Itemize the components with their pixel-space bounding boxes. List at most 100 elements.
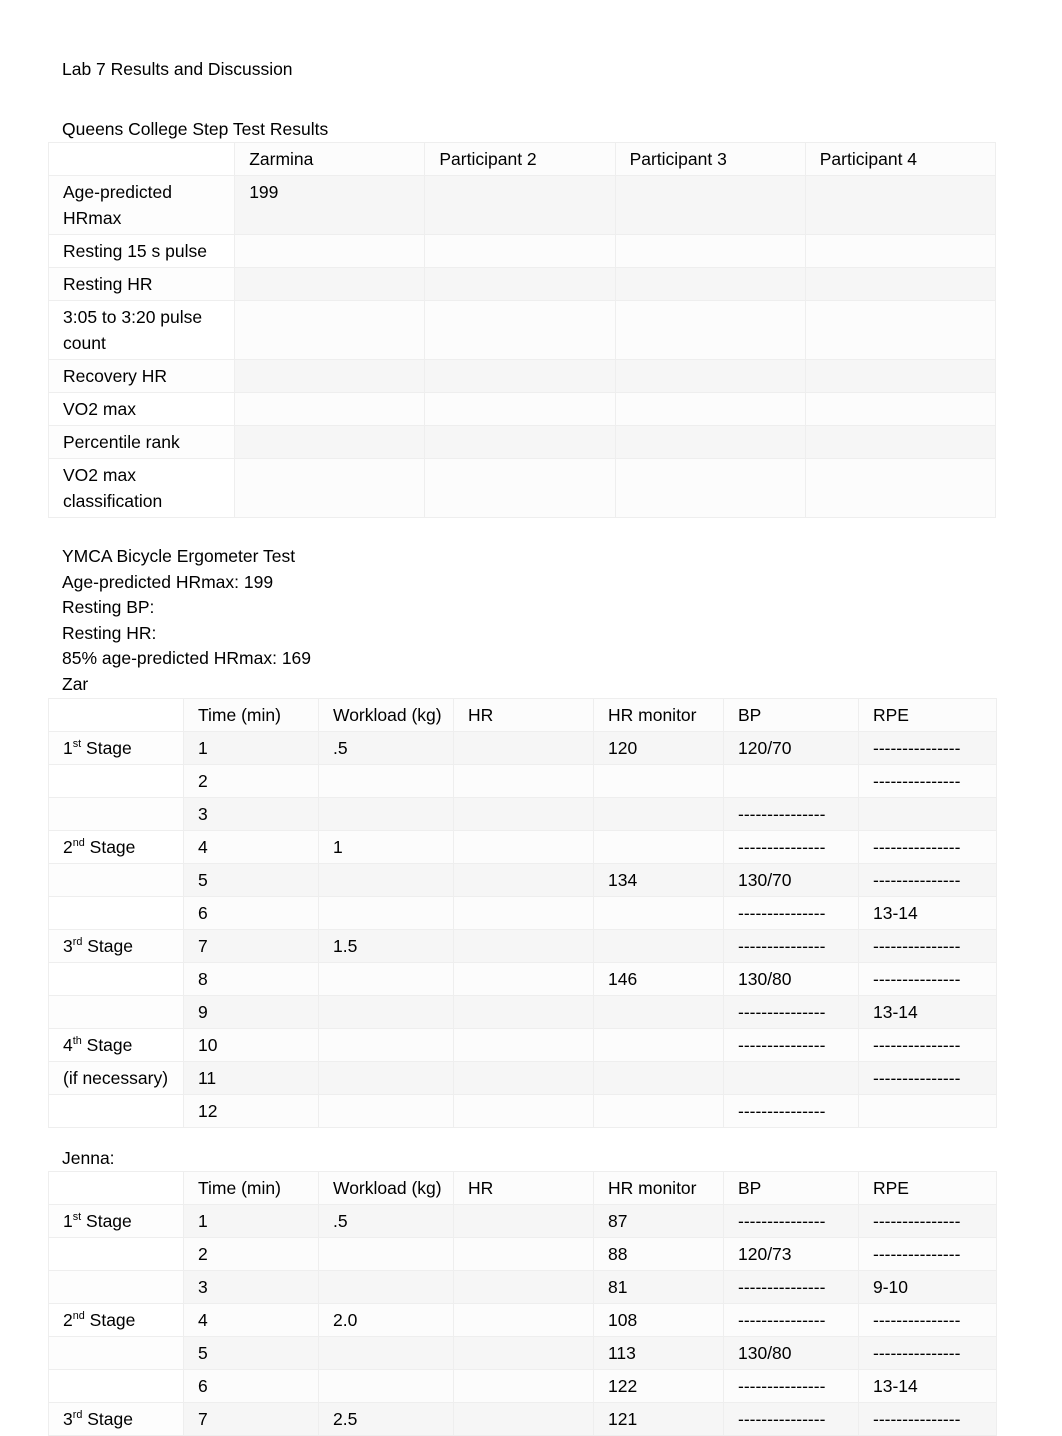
table-row: 9 --------------- 13-14	[48, 994, 997, 1029]
cell-rpe: ---------------	[858, 763, 997, 798]
cell-bp: ---------------	[723, 1402, 859, 1436]
row-value	[424, 425, 616, 459]
cell-time: 2	[183, 763, 319, 798]
stage-number: 2	[63, 1310, 73, 1331]
step-test-col-2: Participant 2	[424, 142, 616, 176]
cell-workload	[318, 1270, 454, 1305]
cell-hr-monitor	[593, 796, 724, 831]
cell-hr-monitor: 134	[593, 862, 724, 897]
table-row: Age-predicted HRmax 199	[47, 175, 997, 235]
row-value	[234, 425, 426, 459]
table-row: Percentile rank	[47, 425, 997, 459]
table-header-row: Time (min) Workload (kg) HR HR monitor B…	[48, 1171, 997, 1206]
cell-rpe	[858, 1093, 997, 1128]
table-row: 2 88 120/73 ---------------	[48, 1237, 997, 1272]
row-value	[804, 359, 997, 393]
cell-hr-monitor	[593, 1060, 724, 1095]
cell-hr	[453, 961, 594, 996]
row-value	[804, 300, 997, 360]
cell-hr	[453, 763, 594, 798]
cell-hr-monitor: 113	[593, 1336, 724, 1371]
table-row: VO2 max	[47, 392, 997, 426]
step-test-col-3: Participant 3	[614, 142, 806, 176]
table-row: Resting 15 s pulse	[47, 234, 997, 268]
row-label: VO2 max classification	[47, 458, 236, 518]
row-value	[804, 392, 997, 426]
row-value	[614, 392, 806, 426]
jenna-ergometer-table: Time (min) Workload (kg) HR HR monitor B…	[48, 1171, 997, 1436]
cell-workload	[318, 961, 454, 996]
stage-sublabel: (if necessary)	[63, 1067, 169, 1088]
stage-number: 1	[63, 737, 73, 758]
step-test-body: Zarmina Participant 2 Participant 3 Part…	[47, 142, 997, 518]
cell-bp	[723, 763, 859, 798]
table-row: 2nd Stage 4 2.0 108 --------------- ----…	[48, 1303, 997, 1338]
cell-bp: ---------------	[723, 1204, 859, 1239]
row-value	[424, 234, 616, 268]
cell-bp: 130/80	[723, 1336, 859, 1371]
stage-number: 1	[63, 1211, 73, 1232]
ymca-resting-bp: Resting BP:	[62, 597, 155, 618]
row-value	[424, 267, 616, 301]
jenna-table-body: Time (min) Workload (kg) HR HR monitor B…	[48, 1171, 997, 1436]
cell-time: 5	[183, 862, 319, 897]
cell-workload	[318, 1060, 454, 1095]
stage-label	[48, 763, 184, 798]
row-value	[234, 267, 426, 301]
ymca-resting-hr: Resting HR:	[62, 622, 157, 643]
row-value	[234, 392, 426, 426]
cell-time: 5	[183, 1336, 319, 1371]
table-row: 3:05 to 3:20 pulse count	[47, 300, 997, 360]
cell-time: 6	[183, 1369, 319, 1404]
cell-hr-monitor	[593, 1027, 724, 1062]
table-row: 4th Stage 10 --------------- -----------…	[48, 1027, 997, 1062]
cell-time: 4	[183, 829, 319, 864]
cell-rpe	[858, 796, 997, 831]
cell-hr-monitor: 88	[593, 1237, 724, 1272]
table-row: 2nd Stage 4 1 --------------- ----------…	[48, 829, 997, 864]
cell-hr	[453, 928, 594, 963]
step-test-heading: Queens College Step Test Results	[62, 119, 329, 139]
table-row: Recovery HR	[47, 359, 997, 393]
cell-bp: ---------------	[723, 829, 859, 864]
cell-hr	[453, 1369, 594, 1404]
stage-label	[48, 994, 184, 1029]
ergo-col-0	[48, 1171, 184, 1206]
cell-workload	[318, 1369, 454, 1404]
stage-label: 2nd Stage	[48, 829, 184, 864]
row-value	[804, 458, 997, 518]
cell-rpe: ---------------	[858, 1303, 997, 1338]
cell-rpe: ---------------	[858, 928, 997, 963]
stage-label	[48, 1237, 184, 1272]
stage-label	[48, 1369, 184, 1404]
cell-workload: 1	[318, 829, 454, 864]
cell-workload	[318, 796, 454, 831]
stage-ordinal: st	[72, 737, 82, 750]
cell-hr	[453, 1093, 594, 1128]
cell-rpe: 13-14	[858, 994, 997, 1029]
cell-hr-monitor	[593, 829, 724, 864]
cell-bp: ---------------	[723, 796, 859, 831]
row-value	[234, 300, 426, 360]
participant-jenna-label: Jenna:	[62, 1147, 115, 1168]
cell-time: 2	[183, 1237, 319, 1272]
table-row: (if necessary) 11 ---------------	[48, 1060, 997, 1095]
cell-hr-monitor: 81	[593, 1270, 724, 1305]
stage-label: 2nd Stage	[48, 1303, 184, 1338]
table-row: VO2 max classification	[47, 458, 997, 518]
ymca-hrmax-85: 85% age-predicted HRmax: 169	[62, 648, 312, 669]
cell-hr-monitor	[593, 763, 724, 798]
cell-hr-monitor: 87	[593, 1204, 724, 1239]
cell-hr	[453, 1303, 594, 1338]
row-value	[614, 425, 806, 459]
row-label: Resting 15 s pulse	[47, 234, 236, 268]
stage-label	[48, 1093, 184, 1128]
cell-bp: 130/70	[723, 862, 859, 897]
table-header-row: Time (min) Workload (kg) HR HR monitor B…	[48, 697, 997, 732]
cell-workload: 2.5	[318, 1402, 454, 1436]
cell-rpe: ---------------	[858, 1237, 997, 1272]
cell-hr	[453, 1336, 594, 1371]
stage-label: 1st Stage	[48, 1204, 184, 1239]
cell-bp: 120/73	[723, 1237, 859, 1272]
table-header-row: Zarmina Participant 2 Participant 3 Part…	[47, 142, 997, 176]
